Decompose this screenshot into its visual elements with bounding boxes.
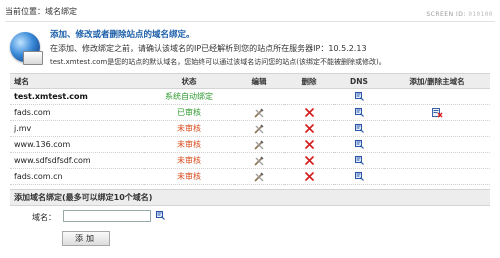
add-domain-button[interactable]: 添加 bbox=[62, 231, 110, 246]
status-cell: 未审核 bbox=[144, 120, 234, 137]
main-domain-cell bbox=[384, 152, 490, 169]
table-row: fads.com.cn 未审核 bbox=[10, 168, 490, 185]
edit-icon[interactable] bbox=[254, 140, 264, 150]
remove-main-domain-icon[interactable] bbox=[431, 107, 443, 118]
delete-icon[interactable] bbox=[304, 140, 314, 149]
table-row: www.136.com 未审核 bbox=[10, 136, 490, 153]
dns-icon[interactable] bbox=[354, 108, 364, 117]
table-header-row: 域名 状态 编辑 删除 DNS 添加/删除主域名 bbox=[10, 73, 490, 89]
edit-icon[interactable] bbox=[254, 172, 264, 182]
dns-icon[interactable] bbox=[354, 172, 364, 181]
intro-default-domain-note: test.xmtest.com是您的站点的默认域名，您始终可以通过该域名访问您的… bbox=[50, 58, 386, 66]
domain-field-label: 域名： bbox=[32, 213, 56, 222]
dns-cell bbox=[334, 104, 384, 121]
column-header-delete: 删除 bbox=[284, 73, 334, 89]
main-domain-cell bbox=[384, 120, 490, 137]
edit-cell bbox=[234, 88, 284, 105]
main-domain-cell bbox=[384, 136, 490, 153]
add-binding-row: 域名： bbox=[10, 206, 490, 228]
column-header-main-domain: 添加/删除主域名 bbox=[384, 73, 490, 89]
delete-icon[interactable] bbox=[304, 124, 314, 133]
delete-cell bbox=[284, 168, 334, 185]
dns-cell bbox=[334, 136, 384, 153]
domain-binding-table: 域名 状态 编辑 删除 DNS 添加/删除主域名 test.xmtest.com… bbox=[10, 73, 490, 185]
domain-input[interactable] bbox=[63, 210, 151, 222]
main-domain-cell bbox=[384, 104, 490, 121]
breadcrumb: 当前位置：域名绑定 bbox=[5, 7, 77, 16]
edit-icon[interactable] bbox=[254, 108, 264, 118]
delete-icon[interactable] bbox=[304, 108, 314, 117]
add-binding-section: 添加域名绑定(最多可以绑定10个域名) 域名： bbox=[10, 189, 490, 228]
column-header-domain: 域名 bbox=[10, 73, 144, 89]
status-cell: 未审核 bbox=[144, 152, 234, 169]
header-divider bbox=[5, 21, 495, 22]
dns-icon[interactable] bbox=[354, 124, 364, 133]
domain-cell: fads.com.cn bbox=[10, 168, 144, 185]
dns-cell bbox=[334, 120, 384, 137]
dns-icon[interactable] bbox=[354, 92, 364, 101]
domain-cell: fads.com bbox=[10, 104, 144, 121]
dns-cell bbox=[334, 88, 384, 105]
status-cell: 未审核 bbox=[144, 168, 234, 185]
table-row: fads.com 已审核 bbox=[10, 104, 490, 121]
status-cell: 已审核 bbox=[144, 104, 234, 121]
screen-id: SCREEN ID: 010100 bbox=[426, 11, 493, 18]
add-binding-header: 添加域名绑定(最多可以绑定10个域名) bbox=[10, 189, 490, 206]
status-cell: 系统自动绑定 bbox=[144, 88, 234, 105]
delete-icon[interactable] bbox=[304, 172, 314, 181]
delete-cell bbox=[284, 120, 334, 137]
edit-cell bbox=[234, 136, 284, 153]
table-row: j.mv 未审核 bbox=[10, 120, 490, 137]
screen-id-value: 010100 bbox=[468, 11, 493, 18]
intro-server-ip-note: 在添加、修改绑定之前，请确认该域名的IP已经解析到您的站点所在服务器IP：10.… bbox=[50, 44, 367, 53]
intro-title: 添加、修改或者删除站点的域名绑定。 bbox=[50, 30, 195, 40]
edit-cell bbox=[234, 152, 284, 169]
column-header-edit: 编辑 bbox=[234, 73, 284, 89]
domain-cell: j.mv bbox=[10, 120, 144, 137]
screen-id-label: SCREEN ID: bbox=[426, 11, 466, 18]
delete-cell bbox=[284, 136, 334, 153]
column-header-dns: DNS bbox=[334, 73, 384, 89]
table-row: www.sdfsdfsdf.com 未审核 bbox=[10, 152, 490, 169]
domain-cell: test.xmtest.com bbox=[10, 88, 144, 105]
dns-icon[interactable] bbox=[354, 156, 364, 165]
edit-cell bbox=[234, 120, 284, 137]
dns-lookup-icon[interactable] bbox=[156, 211, 165, 220]
dns-cell bbox=[334, 168, 384, 185]
domain-cell: www.136.com bbox=[10, 136, 144, 153]
edit-icon[interactable] bbox=[254, 124, 264, 134]
globe-icon bbox=[10, 32, 43, 65]
edit-icon[interactable] bbox=[254, 156, 264, 166]
delete-icon[interactable] bbox=[304, 156, 314, 165]
dns-icon[interactable] bbox=[354, 140, 364, 149]
delete-cell bbox=[284, 104, 334, 121]
edit-cell bbox=[234, 168, 284, 185]
main-domain-cell bbox=[384, 168, 490, 185]
delete-cell bbox=[284, 152, 334, 169]
delete-cell bbox=[284, 88, 334, 105]
main-domain-cell bbox=[384, 88, 490, 105]
status-cell: 未审核 bbox=[144, 136, 234, 153]
domain-cell: www.sdfsdfsdf.com bbox=[10, 152, 144, 169]
dns-cell bbox=[334, 152, 384, 169]
edit-cell bbox=[234, 104, 284, 121]
table-row: test.xmtest.com 系统自动绑定 bbox=[10, 88, 490, 105]
column-header-status: 状态 bbox=[144, 73, 234, 89]
